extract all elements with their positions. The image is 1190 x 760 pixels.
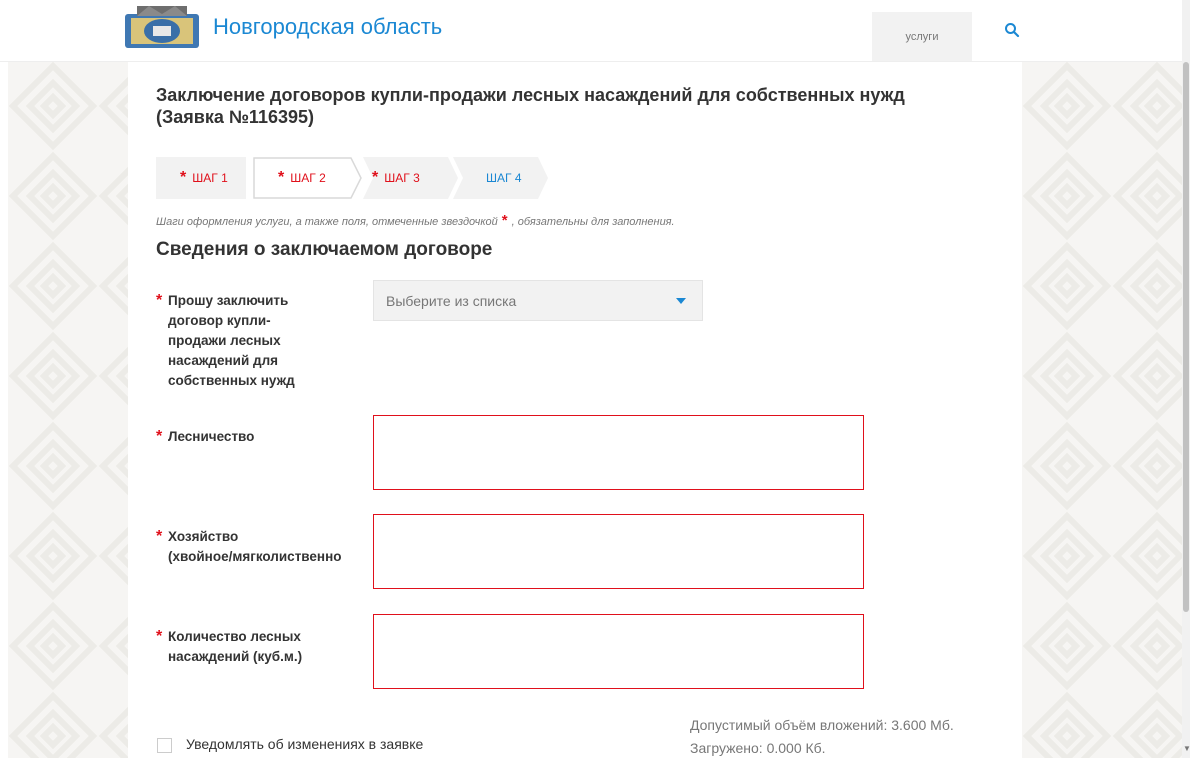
application-form: Заключение договоров купли-продажи лесны… xyxy=(128,61,1022,758)
scrollbar-thumb[interactable] xyxy=(1183,62,1189,612)
farm-label: * Хозяйство (хвойное/мягколиственно xyxy=(156,527,386,569)
required-star-icon: * xyxy=(156,428,163,445)
farm-label-line: Хозяйство xyxy=(168,529,239,544)
scroll-down-arrow-icon[interactable]: ▼ xyxy=(1183,744,1190,753)
upload-limit-text: Допустимый объём вложений: 3.600 Мб. xyxy=(690,717,954,733)
step-4-tab[interactable]: ШАГ 4 xyxy=(486,157,522,199)
forestry-input[interactable] xyxy=(373,415,864,490)
contract-type-label-line: собственных нужд xyxy=(168,373,295,388)
caret-down-icon xyxy=(676,298,686,304)
coat-of-arms-logo[interactable] xyxy=(123,4,201,50)
site-title[interactable]: Новгородская область xyxy=(213,14,442,40)
notify-checkbox-label[interactable]: Уведомлять об изменениях в заявке xyxy=(186,736,423,752)
forestry-label-text: Лесничество xyxy=(168,429,255,444)
required-star-icon: * xyxy=(180,169,187,186)
required-star-icon: * xyxy=(501,212,508,229)
services-button[interactable]: услуги xyxy=(872,12,972,61)
required-star-icon: * xyxy=(156,628,163,645)
volume-input[interactable] xyxy=(373,614,864,689)
page-title-line2: (Заявка №116395) xyxy=(156,107,315,127)
volume-label-line: насаждений (куб.м.) xyxy=(168,649,303,664)
section-title: Сведения о заключаемом договоре xyxy=(156,239,493,260)
contract-type-select[interactable]: Выберите из списка xyxy=(373,280,703,321)
step-1-label: ШАГ 1 xyxy=(192,171,228,185)
required-star-icon: * xyxy=(372,169,379,186)
page-title: Заключение договоров купли-продажи лесны… xyxy=(156,84,996,128)
upload-loaded-text: Загружено: 0.000 Кб. xyxy=(690,740,826,756)
contract-type-label: * Прошу заключить договор купли- продажи… xyxy=(156,291,336,391)
upload-info: Допустимый объём вложений: 3.600 Мб. Заг… xyxy=(690,714,954,760)
hint-text-after: , обязательны для заполнения. xyxy=(511,216,675,228)
select-placeholder: Выберите из списка xyxy=(386,292,517,309)
notify-checkbox[interactable] xyxy=(157,738,172,753)
step-1-tab[interactable]: * ШАГ 1 xyxy=(180,157,228,199)
farm-input[interactable] xyxy=(373,514,864,589)
contract-type-label-line: Прошу заключить xyxy=(168,293,289,308)
contract-type-label-line: продажи лесных xyxy=(168,333,281,348)
hint-text-before: Шаги оформления услуги, а также поля, от… xyxy=(156,216,498,228)
step-2-label: ШАГ 2 xyxy=(290,171,326,185)
contract-type-label-line: насаждений для xyxy=(168,353,279,368)
contract-type-label-line: договор купли- xyxy=(168,313,271,328)
farm-label-line: (хвойное/мягколиственно xyxy=(168,549,342,564)
required-hint: Шаги оформления услуги, а также поля, от… xyxy=(156,212,675,229)
volume-label-line: Количество лесных xyxy=(168,629,301,644)
site-header: Новгородская область услуги xyxy=(0,0,1182,62)
decorative-pattern-left xyxy=(8,61,128,758)
required-star-icon: * xyxy=(156,292,163,309)
step-2-tab[interactable]: * ШАГ 2 xyxy=(278,157,326,199)
volume-label: * Количество лесных насаждений (куб.м.) xyxy=(156,627,356,667)
step-3-tab[interactable]: * ШАГ 3 xyxy=(372,157,420,199)
forestry-label: * Лесничество xyxy=(156,427,356,447)
page-title-line1: Заключение договоров купли-продажи лесны… xyxy=(156,85,905,105)
search-icon[interactable] xyxy=(1004,22,1020,38)
decorative-pattern-right xyxy=(1022,61,1182,758)
step-4-label: ШАГ 4 xyxy=(486,171,522,185)
step-3-label: ШАГ 3 xyxy=(384,171,420,185)
required-star-icon: * xyxy=(278,169,285,186)
required-star-icon: * xyxy=(156,528,163,545)
